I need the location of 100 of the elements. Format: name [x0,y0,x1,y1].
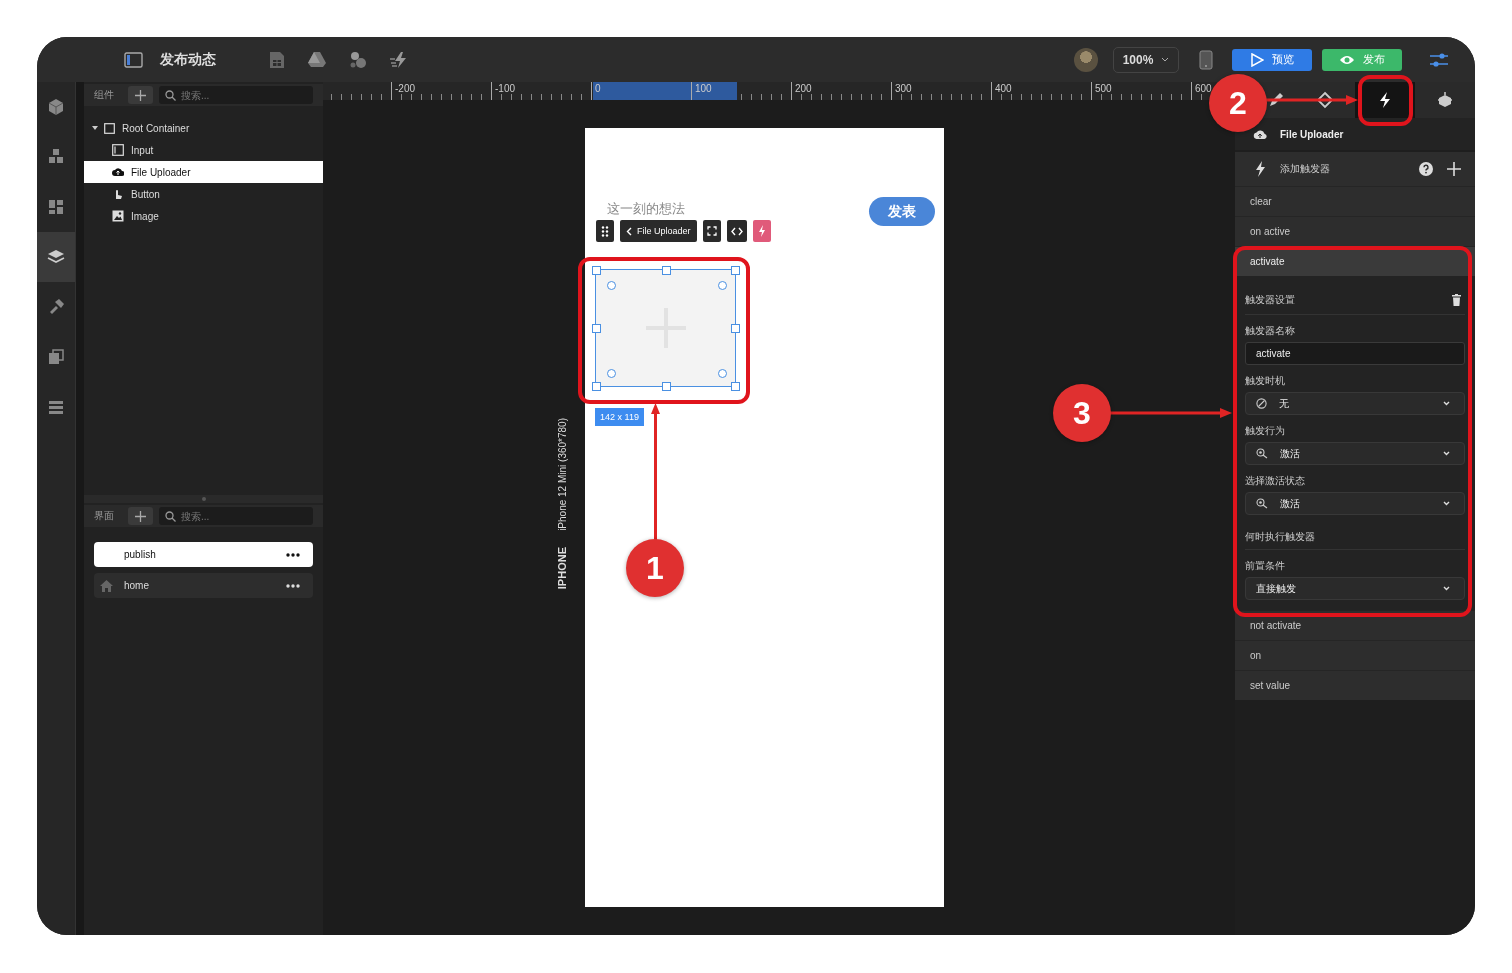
field-label: 触发行为 [1245,424,1286,438]
cube-icon [46,97,66,117]
highlight-frame [1358,75,1413,126]
tree-item[interactable]: Root Container [84,117,323,139]
input-icon [112,144,124,156]
sidebar-toggle-icon[interactable] [124,51,143,68]
caret-icon [1443,586,1450,591]
spreadsheet-icon[interactable] [269,50,285,69]
copy-icon [46,347,66,367]
field-label: 触发时机 [1245,374,1286,388]
settings-sliders-icon[interactable] [1429,51,1449,68]
caret-icon [1443,401,1450,406]
code-icon [730,226,743,236]
caret-icon [1443,451,1450,456]
select-field[interactable]: 激活 [1245,492,1465,515]
grid-icon [46,197,66,217]
more-icon[interactable] [286,583,300,588]
help-icon[interactable] [1419,162,1433,176]
ruler-label: 100 [695,83,712,94]
triangle-icon[interactable] [307,51,327,68]
section-title: 触发器设置 [1245,293,1295,307]
page-item[interactable]: publish [94,542,313,567]
post-button[interactable]: 发表 [869,197,935,226]
resize-handle[interactable] [661,382,671,391]
resize-handle[interactable] [731,324,740,333]
field-label: 前置条件 [1245,559,1286,573]
resize-handle[interactable] [661,266,671,275]
more-icon[interactable] [286,552,300,557]
trigger-item[interactable]: on [1235,640,1475,670]
tree-item[interactable]: File Uploader [84,161,323,183]
resize-handle[interactable] [592,382,601,391]
add-button[interactable] [128,507,153,525]
name-input[interactable]: activate [1245,342,1465,365]
cube-icon [1436,91,1454,109]
resize-handle[interactable] [731,266,740,275]
fullscreen-icon [706,226,717,236]
ruler-label: 500 [1095,83,1112,94]
resize-handle[interactable] [592,266,601,275]
trigger-button[interactable] [752,220,771,242]
select-field[interactable]: 直接触发 [1245,577,1465,600]
search-field[interactable]: 搜索... [159,86,313,104]
avatar[interactable] [1074,47,1098,72]
ruler-label: -200 [395,83,415,94]
eye-icon [1339,53,1355,66]
parent-select-button[interactable]: File Uploader [620,220,697,242]
lightning-icon [757,225,766,237]
pen-icon [1267,91,1285,109]
plus-icon [135,89,147,101]
caret-icon[interactable] [92,125,98,131]
device-type: IPHONE [556,546,568,590]
trigger-item[interactable]: set value [1235,670,1475,700]
select-field[interactable]: 激活 [1245,442,1465,465]
tree-item[interactable]: Input [84,139,323,161]
field-label: 触发器名称 [1245,324,1296,338]
radius-handle[interactable] [607,281,616,290]
panel-label: 界面 [94,509,115,523]
plus-icon [135,510,147,522]
trigger-item[interactable]: clear [1235,186,1475,216]
tree-item[interactable]: Image [84,205,323,227]
cloud-upload-icon [1253,128,1267,140]
ruler-label: -100 [495,83,515,94]
drag-handle[interactable] [596,220,614,242]
search-icon [165,89,176,101]
caret-icon [1161,57,1170,62]
cloud-upload-icon [112,166,124,178]
radius-handle[interactable] [718,281,727,290]
text-input[interactable]: 这一刻的想法 [607,200,717,216]
dots-icon [601,225,609,237]
preview-button[interactable]: 预览 [1232,48,1312,71]
add-button[interactable] [128,86,153,104]
image-icon [112,210,124,222]
radius-handle[interactable] [607,369,616,378]
search-field[interactable]: 搜索... [159,507,313,525]
zoom-dropdown[interactable]: 100% [1113,46,1179,73]
fullscreen-button[interactable] [702,220,721,242]
ruler-label: 600 [1195,83,1212,94]
device-label: iPhone 12 Mini (360*780) [556,418,568,531]
trash-icon[interactable] [1452,294,1461,306]
size-label: 142 x 119 [595,408,644,426]
resize-handle[interactable] [592,324,601,333]
resize-handle[interactable] [731,382,740,391]
square-icon [104,122,115,134]
diamond-icon [1316,91,1334,109]
chevron-left-icon [626,226,632,236]
trigger-item[interactable]: on active [1235,216,1475,246]
radius-handle[interactable] [718,369,727,378]
target-icon [1256,448,1268,459]
ruler-label: 300 [895,83,912,94]
plus-icon[interactable] [1447,162,1461,176]
circles-icon[interactable] [349,50,367,69]
code-button[interactable] [726,220,747,242]
panel-label: 组件 [94,88,115,102]
caret-icon [1443,501,1450,506]
page-item[interactable]: home [94,573,313,598]
ruler-label: 400 [995,83,1012,94]
tree-item[interactable]: Button [84,183,323,205]
phone-icon[interactable] [1199,49,1213,70]
select-field[interactable]: 无 [1245,392,1465,415]
field-label: 选择激活状态 [1245,474,1306,488]
target-icon [1256,498,1268,509]
